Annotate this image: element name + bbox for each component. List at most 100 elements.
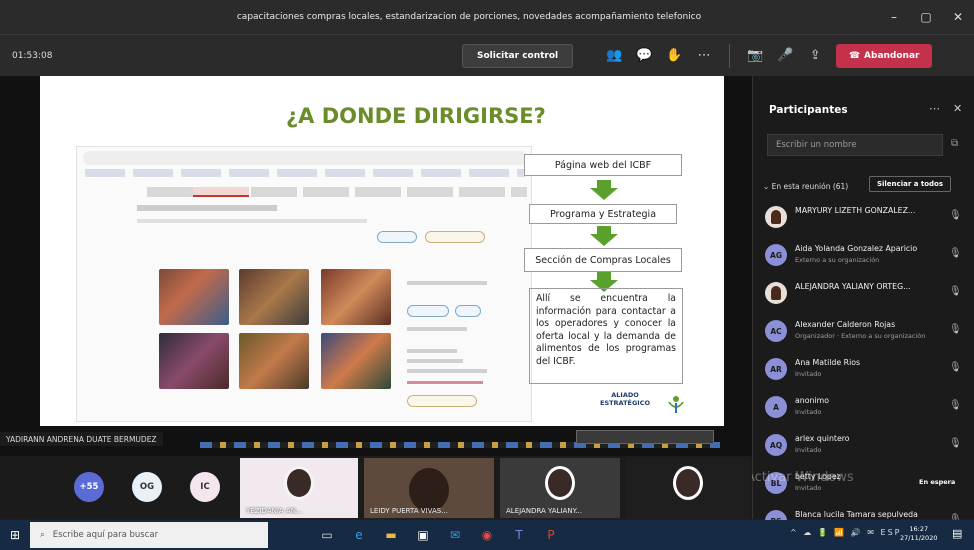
notifications-icon[interactable]: ▤ bbox=[952, 527, 962, 540]
participant-role: Invitado bbox=[795, 370, 822, 378]
participant-avatar[interactable]: IC bbox=[190, 472, 220, 502]
microphone-muted-icon[interactable]: 🎙 bbox=[949, 438, 962, 449]
chat-icon[interactable]: 💬 bbox=[629, 41, 659, 71]
sharing-indicator bbox=[576, 430, 714, 444]
participant-photo bbox=[545, 466, 575, 500]
website-side-text bbox=[407, 281, 487, 285]
participant-name: Blanca lucila Tamara sepulveda bbox=[795, 510, 918, 519]
video-tile[interactable]: YEZIDANIA AN... bbox=[240, 458, 358, 518]
program-thumbnail bbox=[321, 269, 391, 325]
taskbar-search-input[interactable]: ⌕ Escribe aquí para buscar bbox=[30, 522, 268, 548]
share-screen-icon[interactable]: ⇪ bbox=[800, 41, 830, 71]
participant-name: Alexander Calderon Rojas bbox=[795, 320, 896, 329]
avatar: AC bbox=[765, 320, 787, 342]
microphone-muted-icon[interactable]: 🎙 bbox=[949, 248, 962, 259]
microphone-muted-icon[interactable]: 🎙 bbox=[949, 362, 962, 373]
website-side-text bbox=[407, 359, 463, 363]
participant-avatar[interactable]: OG bbox=[132, 472, 162, 502]
phone-hangup-icon: ☎ bbox=[848, 50, 861, 61]
website-chip bbox=[407, 305, 449, 317]
request-control-button[interactable]: Solicitar control bbox=[462, 43, 574, 68]
website-side-text bbox=[407, 327, 467, 331]
aliado-line: ALIADO bbox=[611, 391, 639, 399]
microphone-muted-icon[interactable]: 🎙 bbox=[949, 324, 962, 335]
avatar bbox=[765, 206, 787, 228]
minimize-icon[interactable]: – bbox=[878, 0, 910, 34]
taskbar-apps: ▭ e ▬ ▣ ✉ ◉ T P bbox=[314, 522, 564, 548]
leave-button[interactable]: ☎ Abandonar bbox=[836, 43, 933, 68]
participant-row[interactable]: Aanonimo Invitado 🎙 bbox=[765, 392, 969, 424]
in-meeting-section[interactable]: ⌄ En esta reunión (61) bbox=[763, 182, 848, 191]
browser-bookmarks-bar bbox=[85, 169, 525, 177]
participant-row[interactable]: AG Aida Yolanda Gonzalez Aparicio Externo … bbox=[765, 240, 969, 272]
overflow-participants-avatar[interactable]: +55 bbox=[74, 472, 104, 502]
windows-start-icon[interactable]: ⊞ bbox=[0, 520, 30, 550]
meeting-timer: 01:53:08 bbox=[12, 50, 53, 61]
avatar: AQ bbox=[765, 434, 787, 456]
participant-role: Externo a su organización bbox=[795, 256, 880, 264]
website-chip bbox=[455, 305, 481, 317]
participant-name: ALEJANDRA YALIANY ORTEG... bbox=[795, 282, 911, 291]
website-nav bbox=[147, 187, 527, 197]
chrome-icon[interactable]: ◉ bbox=[474, 522, 500, 548]
microphone-off-icon[interactable]: 🎤 bbox=[770, 41, 800, 71]
participant-role: Organizador · Externo a su organización bbox=[795, 332, 926, 340]
input-language: ESP bbox=[880, 528, 902, 537]
microphone-muted-icon[interactable]: 🎙 bbox=[949, 400, 962, 411]
in-meeting-label: En esta reunión (61) bbox=[771, 182, 849, 191]
store-icon[interactable]: ▣ bbox=[410, 522, 436, 548]
website-chip bbox=[425, 231, 485, 243]
panel-more-icon[interactable]: ⋯ bbox=[929, 102, 940, 115]
video-tile[interactable]: ALEJANDRA YALIANY... bbox=[500, 458, 620, 518]
participant-name: MARYURY LIZETH GONZALEZ... bbox=[795, 206, 916, 215]
program-thumbnail bbox=[159, 269, 229, 325]
participant-video bbox=[409, 468, 449, 512]
aliado-label: ALIADO ESTRATÉGICO bbox=[600, 391, 650, 407]
system-tray[interactable]: ^ ☁ 🔋 📶 🔊 ✉ ESP bbox=[790, 528, 902, 537]
windows-taskbar: ⊞ ⌕ Escribe aquí para buscar ▭ e ▬ ▣ ✉ ◉… bbox=[0, 520, 974, 550]
file-explorer-icon[interactable]: ▬ bbox=[378, 522, 404, 548]
participant-row[interactable]: AR Ana Matilde Rios Invitado 🎙 bbox=[765, 354, 969, 386]
close-icon[interactable]: ✕ bbox=[942, 0, 974, 34]
participant-row[interactable]: AC Alexander Calderon Rojas Organizador · … bbox=[765, 316, 969, 348]
share-invite-icon[interactable]: ⧉ bbox=[951, 138, 958, 149]
toolbar-divider bbox=[729, 43, 731, 68]
teams-icon[interactable]: T bbox=[506, 522, 532, 548]
website-screenshot bbox=[76, 146, 532, 422]
participant-role: Invitado bbox=[795, 446, 822, 454]
mute-all-button[interactable]: Silenciar a todos bbox=[869, 176, 951, 192]
maximize-icon[interactable]: ▢ bbox=[910, 0, 942, 34]
video-tile[interactable] bbox=[626, 458, 750, 518]
participant-row[interactable]: ALEJANDRA YALIANY ORTEG... 🎙 bbox=[765, 278, 969, 310]
task-view-icon[interactable]: ▭ bbox=[314, 522, 340, 548]
shared-screen: ¿A DONDE DIRIGIRSE? Página web del ICBF … bbox=[0, 76, 752, 456]
website-section-text bbox=[137, 219, 367, 223]
powerpoint-icon[interactable]: P bbox=[538, 522, 564, 548]
system-clock[interactable]: 16:27 27/11/2020 bbox=[900, 525, 937, 543]
mail-icon[interactable]: ✉ bbox=[442, 522, 468, 548]
video-tile-label: LEIDY PUERTA VIVAS... bbox=[370, 507, 448, 515]
participant-row[interactable]: AQ arlex quintero Invitado 🎙 bbox=[765, 430, 969, 462]
participant-photo bbox=[673, 466, 703, 500]
edge-icon[interactable]: e bbox=[346, 522, 372, 548]
video-gallery: +55 OG IC YEZIDANIA AN... LEIDY PUERTA V… bbox=[0, 456, 752, 518]
participant-row[interactable]: MARYURY LIZETH GONZALEZ... 🎙 bbox=[765, 202, 969, 234]
more-actions-icon[interactable]: ⋯ bbox=[689, 41, 719, 71]
leave-label: Abandonar bbox=[864, 50, 920, 61]
program-thumbnail bbox=[321, 333, 391, 389]
microphone-muted-icon[interactable]: 🎙 bbox=[949, 210, 962, 221]
microphone-muted-icon[interactable]: 🎙 bbox=[949, 286, 962, 297]
participants-icon[interactable]: 👥 bbox=[599, 41, 629, 71]
search-icon: ⌕ bbox=[40, 530, 45, 540]
avatar: AG bbox=[765, 244, 787, 266]
website-side-text bbox=[407, 349, 457, 353]
participant-search-input[interactable]: Escribir un nombre bbox=[767, 134, 943, 156]
participants-panel: Participantes ⋯ ✕ Escribir un nombre ⧉ ⌄… bbox=[752, 76, 974, 532]
panel-close-icon[interactable]: ✕ bbox=[953, 102, 962, 115]
website-chip bbox=[377, 231, 417, 243]
video-tile[interactable]: LEIDY PUERTA VIVAS... bbox=[364, 458, 494, 518]
website-highlight bbox=[407, 381, 483, 384]
camera-off-icon[interactable]: 📷 bbox=[740, 41, 770, 71]
flow-step-programa: Programa y Estrategia bbox=[529, 204, 677, 224]
raise-hand-icon[interactable]: ✋ bbox=[659, 41, 689, 71]
